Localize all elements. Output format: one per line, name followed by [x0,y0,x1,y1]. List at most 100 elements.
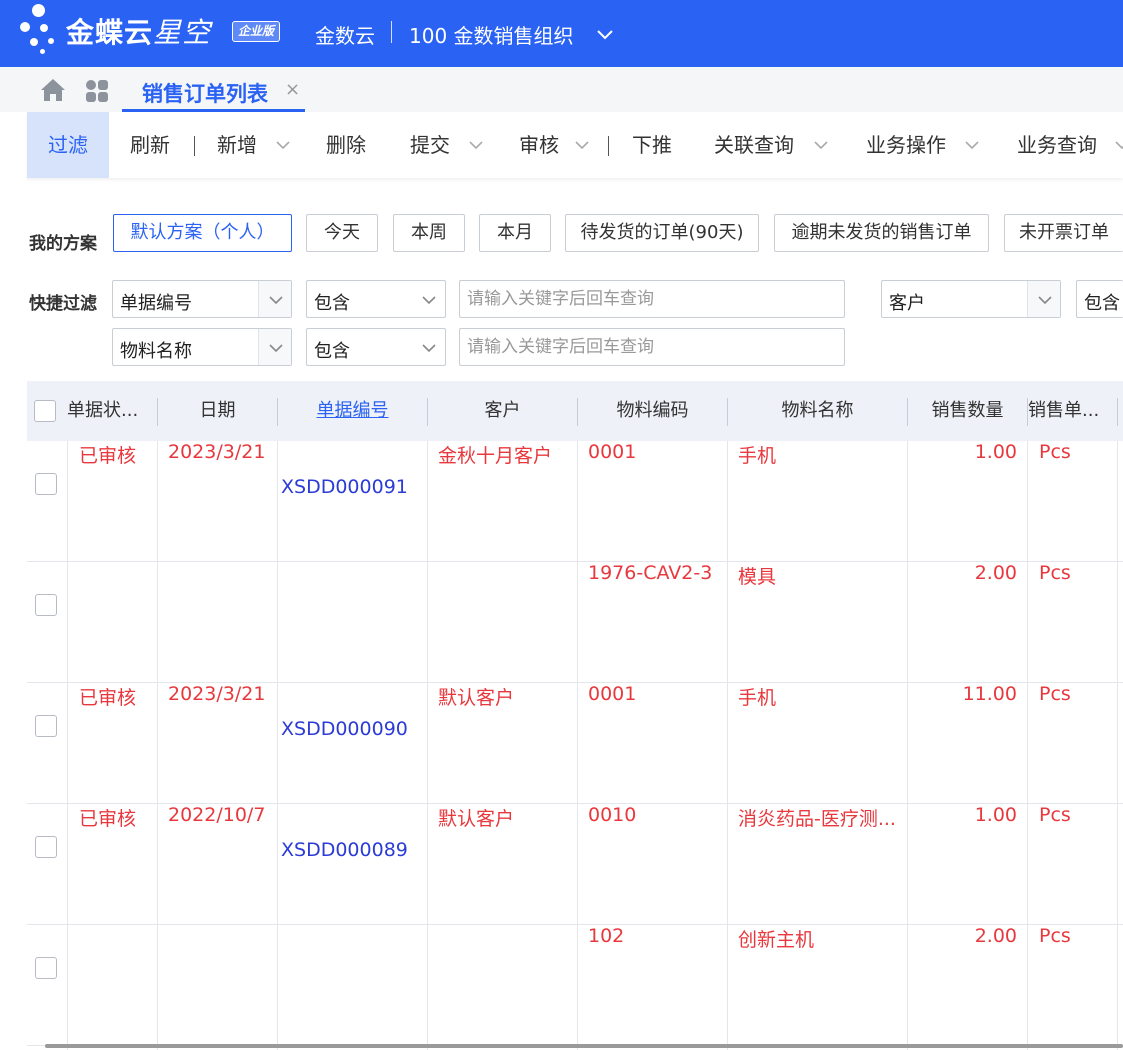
cell-customer: 金秋十月客户 [438,445,553,467]
refresh-button[interactable]: 刷新 [130,112,170,178]
cell-unit: Pcs [1039,925,1071,947]
tab-sales-order-list[interactable]: 销售订单列表 × [122,67,305,112]
home-icon[interactable] [40,78,66,102]
chevron-down-icon[interactable] [573,136,591,154]
toolbar-divider [608,136,609,156]
chevron-down-icon[interactable] [258,281,291,317]
operator-select-value: 包含 [314,341,350,362]
column-header-status[interactable]: 单据状... [67,381,157,441]
scheme-overdue-unshipped[interactable]: 逾期未发货的销售订单 [774,214,989,252]
column-header-material-code[interactable]: 物料编码 [578,381,727,441]
operator-select-value: 包含 [314,293,350,314]
cell-material-code: 0001 [588,441,637,463]
cell-customer: 默认客户 [438,687,515,709]
column-header-date[interactable]: 日期 [158,381,277,441]
cell-qty: 1.00 [974,804,1017,826]
cell-date: 2023/3/21 [168,683,266,705]
business-query-button[interactable]: 业务查询 [1017,112,1097,178]
horizontal-scrollbar[interactable] [45,1044,1123,1048]
column-header-bill-no-link[interactable]: 单据编号 [317,400,389,421]
row-checkbox[interactable] [35,836,57,858]
business-ops-button[interactable]: 业务操作 [866,112,946,178]
close-icon[interactable]: × [285,79,300,100]
keyword-input-row2[interactable]: 请输入关键字后回车查询 [459,328,845,366]
chevron-down-icon[interactable] [1113,136,1123,154]
tab-bar: 销售订单列表 × [0,67,1123,112]
audit-button[interactable]: 审核 [519,112,559,178]
scheme-this-month[interactable]: 本月 [479,214,551,252]
column-header-bill-no[interactable]: 单据编号 [278,381,427,441]
operator-select[interactable]: 包含 [306,280,446,318]
apps-grid-icon[interactable] [85,79,109,103]
row-checkbox[interactable] [35,957,57,979]
edition-badge: 企业版 [232,21,281,42]
keyword-input[interactable]: 请输入关键字后回车查询 [459,280,845,318]
column-header-material-name[interactable]: 物料名称 [728,381,907,441]
table-row[interactable]: 102 创新主机 2.00 Pcs [27,925,1123,1046]
tab-label: 销售订单列表 [142,82,268,106]
scheme-default[interactable]: 默认方案（个人） [113,214,292,252]
chevron-down-icon[interactable] [812,136,830,154]
tenant-name[interactable]: 金数云 [315,20,375,49]
cell-unit: Pcs [1039,562,1071,584]
submit-button[interactable]: 提交 [410,112,450,178]
header-divider [391,21,392,43]
chevron-down-icon[interactable] [274,136,292,154]
cell-material-code: 1976-CAV2-3 [588,562,713,584]
column-header-customer[interactable]: 客户 [428,381,577,441]
table-row[interactable]: 已审核 2022/10/7 XSDD000089 默认客户 0010 消炎药品-… [27,804,1123,925]
filter-button[interactable]: 过滤 [27,112,109,178]
chevron-down-icon[interactable] [1027,281,1060,317]
cell-qty: 2.00 [974,562,1017,584]
row-checkbox[interactable] [35,473,57,495]
related-query-button[interactable]: 关联查询 [714,112,794,178]
column-header-unit[interactable]: 销售单... [1028,381,1117,441]
cell-date: 2022/10/7 [168,804,266,826]
cell-material-name: 消炎药品-医疗测... [738,808,896,830]
chevron-down-icon[interactable] [467,136,485,154]
chevron-down-icon[interactable] [595,24,615,44]
operator-select-2[interactable]: 包含 [1076,280,1123,318]
cell-material-name: 创新主机 [738,929,815,951]
cell-bill-no[interactable]: XSDD000091 [281,476,408,498]
scheme-today[interactable]: 今天 [306,214,378,252]
scheme-pending-shipment[interactable]: 待发货的订单(90天) [565,214,759,252]
cell-material-code: 0010 [588,804,637,826]
column-header-qty[interactable]: 销售数量 [908,381,1027,441]
customer-field-select[interactable]: 客户 [881,280,1061,318]
grid-header: 单据状... 日期 单据编号 客户 物料编码 物料名称 销售数量 销售单... [27,381,1123,441]
scheme-label: 我的方案 [29,234,97,254]
chevron-down-icon[interactable] [412,329,445,365]
cell-bill-no[interactable]: XSDD000090 [281,718,408,740]
field-select[interactable]: 单据编号 [112,280,292,318]
operator-select-row2[interactable]: 包含 [306,328,446,366]
chevron-down-icon[interactable] [412,281,445,317]
push-down-button[interactable]: 下推 [632,112,672,178]
operator-select-value: 包含 [1084,293,1120,314]
field-select-row2[interactable]: 物料名称 [112,328,292,366]
grid-body: 已审核 2023/3/21 XSDD000091 金秋十月客户 0001 手机 … [27,441,1123,1050]
add-button[interactable]: 新增 [217,112,257,178]
delete-button[interactable]: 删除 [326,112,366,178]
cell-unit: Pcs [1039,441,1071,463]
cell-qty: 1.00 [974,441,1017,463]
table-row[interactable]: 1976-CAV2-3 模具 2.00 Pcs [27,562,1123,683]
table-row[interactable]: 已审核 2023/3/21 XSDD000090 默认客户 0001 手机 11… [27,683,1123,804]
select-all-checkbox[interactable] [34,400,56,422]
scheme-this-week[interactable]: 本周 [393,214,465,252]
cell-date: 2023/3/21 [168,441,266,463]
table-row[interactable]: 已审核 2023/3/21 XSDD000091 金秋十月客户 0001 手机 … [27,441,1123,562]
chevron-down-icon[interactable] [963,136,981,154]
org-selector[interactable]: 100 金数销售组织 [409,20,574,49]
chevron-down-icon[interactable] [258,329,291,365]
cell-material-code: 102 [588,925,625,947]
row-checkbox[interactable] [35,715,57,737]
cell-status: 已审核 [79,687,137,709]
cell-material-name: 手机 [738,687,777,709]
toolbar-divider [194,136,195,156]
cell-bill-no[interactable]: XSDD000089 [281,839,408,861]
cell-qty: 2.00 [974,925,1017,947]
row-checkbox[interactable] [35,594,57,616]
cell-material-name: 模具 [738,566,777,588]
scheme-uninvoiced[interactable]: 未开票订单 [1004,214,1123,252]
